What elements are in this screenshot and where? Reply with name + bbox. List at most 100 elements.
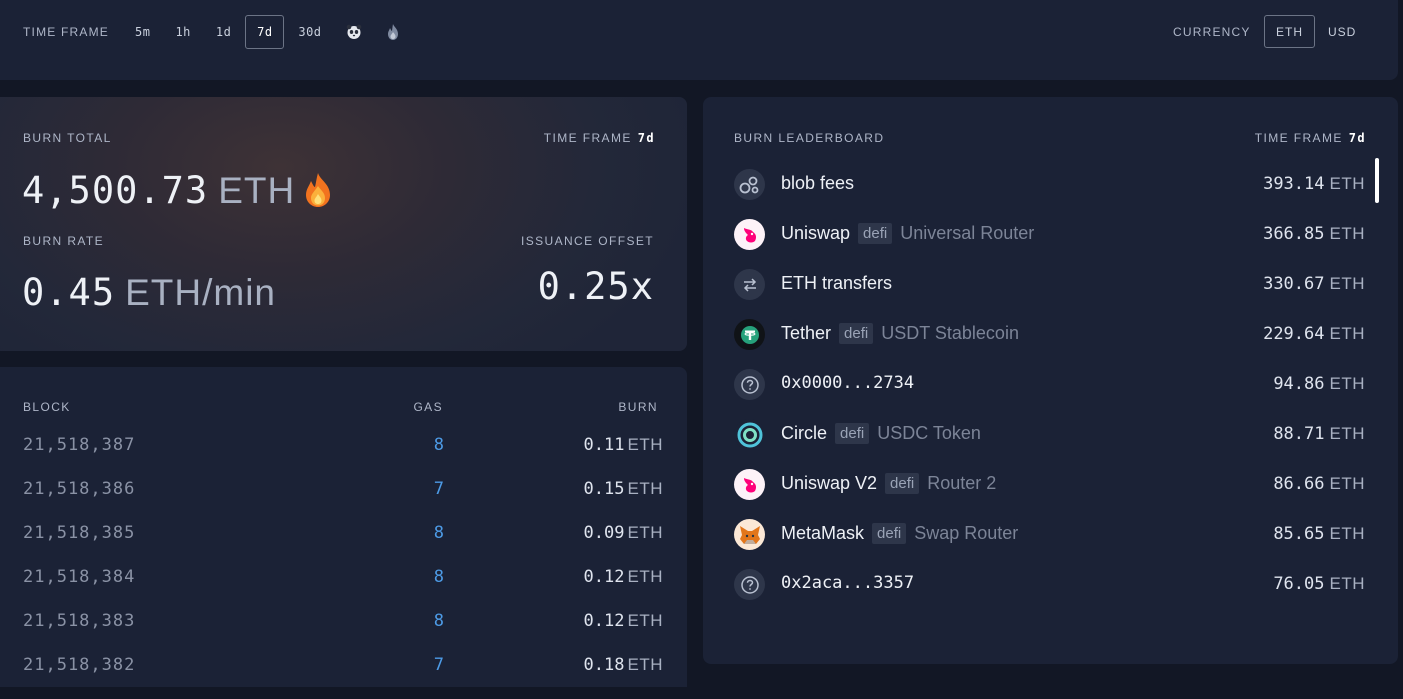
leaderboard-row-partial[interactable] (703, 619, 1398, 629)
leaderboard-name-text: 0x2aca...3357 (781, 573, 915, 593)
block-burn-unit: ETH (627, 479, 663, 498)
leaderboard-value: 94.86 ETH (1273, 374, 1365, 394)
leaderboard-subtitle: Universal Router (900, 223, 1035, 243)
block-burn-unit: ETH (627, 655, 663, 674)
leaderboard-value-number: 88.71 (1273, 424, 1325, 444)
issuance-offset-label: ISSUANCE OFFSET (520, 234, 654, 248)
gas-column-header: GAS (413, 400, 443, 414)
category-tag: defi (839, 323, 874, 344)
currency-option-usd[interactable]: USD (1315, 15, 1369, 48)
leaderboard-name-text: Uniswap V2 (781, 473, 878, 493)
block-burn-value: 0.12 (583, 611, 625, 631)
fire-icon (306, 173, 330, 207)
leaderboard-list[interactable]: blob fees 393.14 ETH Uniswap defi Universal… (703, 159, 1398, 629)
leaderboard-subtitle: Swap Router (914, 523, 1019, 543)
leaderboard-value-number: 330.67 (1263, 274, 1325, 294)
block-burn-unit: ETH (627, 567, 663, 586)
block-number: 21,518,384 (23, 567, 136, 587)
block-gas: 7 (433, 655, 444, 675)
leaderboard-timeframe: TIME FRAME 7d (1255, 131, 1366, 145)
block-burn-unit: ETH (627, 523, 663, 542)
leaderboard-name-text: blob fees (781, 173, 855, 193)
leaderboard-scrollbar[interactable] (1375, 158, 1379, 203)
leaderboard-name: Uniswap V2 defi Router 2 (781, 473, 996, 494)
top-bar: TIME FRAME 5m 1h 1d 7d 30d CURRENCY ETH … (0, 0, 1398, 80)
leaderboard-row[interactable]: Uniswap V2 defi Router 2 86.66 ETH (703, 459, 1398, 509)
leaderboard-name: 0x2aca...3357 (781, 573, 914, 593)
burn-column-header: BURN (618, 400, 658, 414)
leaderboard-value-unit: ETH (1329, 324, 1365, 343)
block-burn-value: 0.12 (583, 567, 625, 587)
block-burn-unit: ETH (627, 435, 663, 454)
leaderboard-row[interactable]: MetaMask defi Swap Router 85.65 ETH (703, 509, 1398, 559)
leaderboard-name-text: 0x0000...2734 (781, 373, 915, 393)
timeframe-option-5m[interactable]: 5m (124, 15, 161, 49)
table-row[interactable]: 21,518,386 7 0.15 ETH (0, 479, 687, 523)
currency-option-eth[interactable]: ETH (1264, 15, 1315, 48)
leaderboard-value-number: 366.85 (1263, 224, 1325, 244)
leaderboard-label: BURN LEADERBOARD (734, 131, 885, 145)
leaderboard-timeframe-label: TIME FRAME (1254, 131, 1343, 145)
leaderboard-name: blob fees (781, 173, 854, 194)
timeframe-option-panda[interactable] (336, 15, 372, 49)
leaderboard-value-unit: ETH (1329, 574, 1365, 593)
block-number: 21,518,386 (23, 479, 136, 499)
leaderboard-name-text: MetaMask (781, 523, 865, 543)
category-tag: defi (835, 423, 870, 444)
block-burn-unit: ETH (627, 611, 663, 630)
timeframe-option-7d[interactable]: 7d (245, 15, 285, 49)
leaderboard-row[interactable]: 0x0000...2734 94.86 ETH (703, 359, 1398, 409)
block-burn-value: 0.09 (583, 523, 625, 543)
burn-total-number: 4,500.73 (22, 169, 209, 212)
leaderboard-row[interactable]: Circle defi USDC Token 88.71 ETH (703, 409, 1398, 459)
leaderboard-name-text: ETH transfers (781, 273, 893, 293)
category-tag: defi (885, 473, 920, 494)
tether-icon (734, 319, 765, 350)
table-row[interactable]: 21,518,387 8 0.11 ETH (0, 435, 687, 479)
metamask-icon (734, 519, 765, 550)
block-gas: 7 (433, 479, 444, 499)
burn-total-timeframe: TIME FRAME 7d (544, 131, 655, 145)
panda-icon (346, 24, 361, 39)
transfer-icon (734, 269, 765, 300)
timeframe-option-1d[interactable]: 1d (205, 15, 242, 49)
timeframe-options: 5m 1h 1d 7d 30d (124, 15, 414, 49)
leaderboard-name: ETH transfers (781, 273, 892, 294)
category-tag: defi (858, 223, 893, 244)
leaderboard-value-unit: ETH (1329, 474, 1365, 493)
leaderboard-name: Circle defi USDC Token (781, 423, 981, 444)
block-burn: 0.12 ETH (584, 611, 663, 631)
leaderboard-row[interactable]: blob fees 393.14 ETH (703, 159, 1398, 209)
leaderboard-value-unit: ETH (1329, 174, 1365, 193)
leaderboard-row[interactable]: ETH transfers 330.67 ETH (703, 259, 1398, 309)
leaderboard-row[interactable]: Uniswap defi Universal Router 366.85 ETH (703, 209, 1398, 259)
currency-options: ETH USD (1264, 15, 1369, 48)
issuance-offset-value: 0.25x (537, 265, 654, 308)
timeframe-option-1h[interactable]: 1h (164, 15, 201, 49)
leaderboard-value: 393.14 ETH (1263, 174, 1365, 194)
leaderboard-row[interactable]: 0x2aca...3357 76.05 ETH (703, 559, 1398, 609)
block-burn-value: 0.18 (583, 655, 625, 675)
timeframe-option-30d[interactable]: 30d (287, 15, 332, 49)
block-burn: 0.18 ETH (584, 655, 663, 675)
leaderboard-value-unit: ETH (1329, 374, 1365, 393)
burn-total-label: BURN TOTAL (23, 131, 112, 145)
table-row[interactable]: 21,518,382 7 0.18 ETH (0, 655, 687, 699)
block-number: 21,518,382 (23, 655, 136, 675)
leaderboard-subtitle: USDT Stablecoin (881, 323, 1019, 343)
uniswap-icon (734, 219, 765, 250)
burn-total-unit: ETH (218, 170, 296, 211)
table-row[interactable]: 21,518,385 8 0.09 ETH (0, 523, 687, 567)
timeframe-option-fire[interactable] (375, 15, 411, 49)
uniswap-icon (734, 469, 765, 500)
burn-total-value: 4,500.73 ETH (22, 169, 295, 212)
leaderboard-value-number: 229.64 (1263, 324, 1325, 344)
leaderboard-timeframe-value: 7d (1348, 131, 1366, 145)
leaderboard-value: 366.85 ETH (1263, 224, 1365, 244)
table-row[interactable]: 21,518,384 8 0.12 ETH (0, 567, 687, 611)
leaderboard-row[interactable]: Tether defi USDT Stablecoin 229.64 ETH (703, 309, 1398, 359)
fire-icon (387, 24, 398, 40)
block-gas: 8 (433, 611, 444, 631)
table-row[interactable]: 21,518,383 8 0.12 ETH (0, 611, 687, 655)
leaderboard-value-unit: ETH (1329, 224, 1365, 243)
